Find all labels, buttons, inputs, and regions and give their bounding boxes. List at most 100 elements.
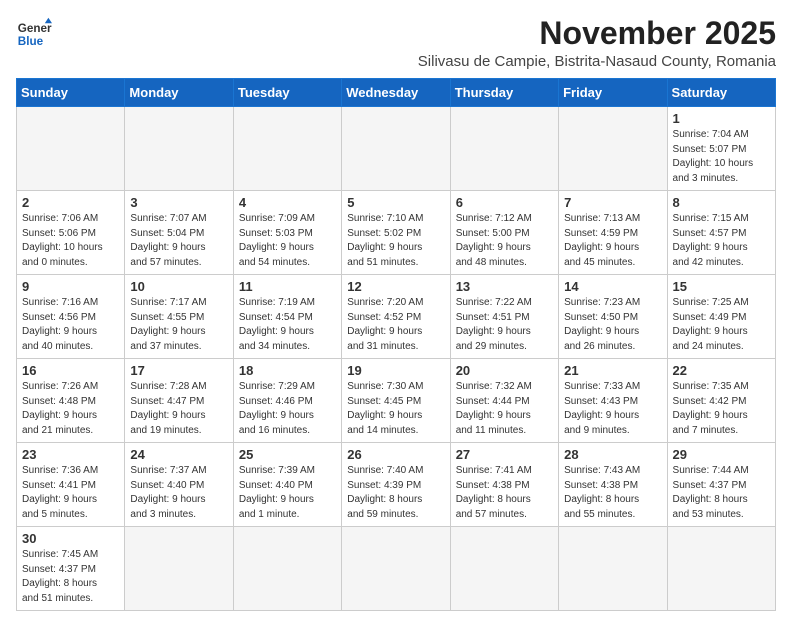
calendar-cell: 12 Sunrise: 7:20 AM Sunset: 4:52 PM Dayli… <box>342 275 450 359</box>
day-info: Sunrise: 7:30 AM Sunset: 4:45 PM Dayligh… <box>347 380 444 438</box>
day-number: 28 <box>564 447 661 462</box>
day-info: Sunrise: 7:12 AM Sunset: 5:00 PM Dayligh… <box>456 212 553 270</box>
calendar-week-row: 1Sunrise: 7:04 AM Sunset: 5:07 PM Daylig… <box>17 107 776 191</box>
svg-text:General: General <box>18 22 52 35</box>
day-number: 11 <box>239 279 336 294</box>
calendar-cell: 9 Sunrise: 7:16 AM Sunset: 4:56 PM Daylig… <box>17 275 125 359</box>
location-subtitle: Silivasu de Campie, Bistrita-Nasaud Coun… <box>418 53 776 70</box>
day-info: Sunrise: 7:07 AM Sunset: 5:04 PM Dayligh… <box>130 212 227 270</box>
day-info: Sunrise: 7:26 AM Sunset: 4:48 PM Dayligh… <box>22 380 119 438</box>
day-info: Sunrise: 7:41 AM Sunset: 4:38 PM Dayligh… <box>456 464 553 522</box>
day-info: Sunrise: 7:40 AM Sunset: 4:39 PM Dayligh… <box>347 464 444 522</box>
day-info: Sunrise: 7:45 AM Sunset: 4:37 PM Dayligh… <box>22 548 119 606</box>
calendar-cell <box>233 527 341 611</box>
day-info: Sunrise: 7:43 AM Sunset: 4:38 PM Dayligh… <box>564 464 661 522</box>
day-header-monday: Monday <box>125 79 233 107</box>
day-info: Sunrise: 7:20 AM Sunset: 4:52 PM Dayligh… <box>347 296 444 354</box>
calendar-cell: 11 Sunrise: 7:19 AM Sunset: 4:54 PM Dayli… <box>233 275 341 359</box>
day-number: 13 <box>456 279 553 294</box>
day-number: 22 <box>673 363 770 378</box>
day-number: 4 <box>239 195 336 210</box>
calendar-cell: 7 Sunrise: 7:13 AM Sunset: 4:59 PM Daylig… <box>559 191 667 275</box>
day-info: Sunrise: 7:32 AM Sunset: 4:44 PM Dayligh… <box>456 380 553 438</box>
calendar-cell <box>125 107 233 191</box>
day-number: 6 <box>456 195 553 210</box>
day-number: 17 <box>130 363 227 378</box>
day-number: 5 <box>347 195 444 210</box>
calendar-week-row: 30 Sunrise: 7:45 AM Sunset: 4:37 PM Dayli… <box>17 527 776 611</box>
calendar-cell <box>450 527 558 611</box>
day-number: 8 <box>673 195 770 210</box>
calendar-cell <box>233 107 341 191</box>
day-info: Sunrise: 7:33 AM Sunset: 4:43 PM Dayligh… <box>564 380 661 438</box>
day-header-thursday: Thursday <box>450 79 558 107</box>
month-title: November 2025 <box>418 16 776 51</box>
calendar-cell <box>559 107 667 191</box>
calendar-cell: 16 Sunrise: 7:26 AM Sunset: 4:48 PM Dayli… <box>17 359 125 443</box>
calendar-cell: 4 Sunrise: 7:09 AM Sunset: 5:03 PM Daylig… <box>233 191 341 275</box>
calendar-cell: 2 Sunrise: 7:06 AM Sunset: 5:06 PM Daylig… <box>17 191 125 275</box>
calendar-table: SundayMondayTuesdayWednesdayThursdayFrid… <box>16 78 776 611</box>
logo: General Blue <box>16 16 52 52</box>
day-number: 25 <box>239 447 336 462</box>
day-info: Sunrise: 7:16 AM Sunset: 4:56 PM Dayligh… <box>22 296 119 354</box>
day-info: Sunrise: 7:25 AM Sunset: 4:49 PM Dayligh… <box>673 296 770 354</box>
day-number: 2 <box>22 195 119 210</box>
day-info: Sunrise: 7:36 AM Sunset: 4:41 PM Dayligh… <box>22 464 119 522</box>
day-number: 12 <box>347 279 444 294</box>
day-info: Sunrise: 7:06 AM Sunset: 5:06 PM Dayligh… <box>22 212 119 270</box>
calendar-cell: 6 Sunrise: 7:12 AM Sunset: 5:00 PM Daylig… <box>450 191 558 275</box>
calendar-cell: 20 Sunrise: 7:32 AM Sunset: 4:44 PM Dayli… <box>450 359 558 443</box>
calendar-cell: 18Sunrise: 7:29 AM Sunset: 4:46 PM Dayli… <box>233 359 341 443</box>
day-header-wednesday: Wednesday <box>342 79 450 107</box>
day-number: 24 <box>130 447 227 462</box>
day-info: Sunrise: 7:39 AM Sunset: 4:40 PM Dayligh… <box>239 464 336 522</box>
calendar-cell: 8 Sunrise: 7:15 AM Sunset: 4:57 PM Daylig… <box>667 191 775 275</box>
day-number: 20 <box>456 363 553 378</box>
calendar-cell <box>667 527 775 611</box>
day-info: Sunrise: 7:13 AM Sunset: 4:59 PM Dayligh… <box>564 212 661 270</box>
day-number: 7 <box>564 195 661 210</box>
day-number: 3 <box>130 195 227 210</box>
page-header: General Blue November 2025 Silivasu de C… <box>16 16 776 70</box>
day-info: Sunrise: 7:23 AM Sunset: 4:50 PM Dayligh… <box>564 296 661 354</box>
calendar-cell: 28 Sunrise: 7:43 AM Sunset: 4:38 PM Dayli… <box>559 443 667 527</box>
day-info: Sunrise: 7:17 AM Sunset: 4:55 PM Dayligh… <box>130 296 227 354</box>
day-header-sunday: Sunday <box>17 79 125 107</box>
calendar-cell: 21 Sunrise: 7:33 AM Sunset: 4:43 PM Dayli… <box>559 359 667 443</box>
day-number: 30 <box>22 531 119 546</box>
logo-icon: General Blue <box>16 16 52 52</box>
day-number: 26 <box>347 447 444 462</box>
day-info: Sunrise: 7:09 AM Sunset: 5:03 PM Dayligh… <box>239 212 336 270</box>
calendar-week-row: 23Sunrise: 7:36 AM Sunset: 4:41 PM Dayli… <box>17 443 776 527</box>
day-number: 9 <box>22 279 119 294</box>
calendar-week-row: 16 Sunrise: 7:26 AM Sunset: 4:48 PM Dayli… <box>17 359 776 443</box>
calendar-week-row: 2 Sunrise: 7:06 AM Sunset: 5:06 PM Daylig… <box>17 191 776 275</box>
calendar-cell <box>342 527 450 611</box>
day-number: 18 <box>239 363 336 378</box>
calendar-cell <box>17 107 125 191</box>
calendar-cell <box>450 107 558 191</box>
calendar-cell <box>125 527 233 611</box>
day-number: 16 <box>22 363 119 378</box>
day-number: 10 <box>130 279 227 294</box>
day-info: Sunrise: 7:37 AM Sunset: 4:40 PM Dayligh… <box>130 464 227 522</box>
day-info: Sunrise: 7:19 AM Sunset: 4:54 PM Dayligh… <box>239 296 336 354</box>
calendar-cell <box>559 527 667 611</box>
day-info: Sunrise: 7:22 AM Sunset: 4:51 PM Dayligh… <box>456 296 553 354</box>
calendar-week-row: 9 Sunrise: 7:16 AM Sunset: 4:56 PM Daylig… <box>17 275 776 359</box>
calendar-cell: 1Sunrise: 7:04 AM Sunset: 5:07 PM Daylig… <box>667 107 775 191</box>
day-number: 27 <box>456 447 553 462</box>
day-info: Sunrise: 7:15 AM Sunset: 4:57 PM Dayligh… <box>673 212 770 270</box>
day-header-friday: Friday <box>559 79 667 107</box>
calendar-cell: 25 Sunrise: 7:39 AM Sunset: 4:40 PM Dayli… <box>233 443 341 527</box>
calendar-cell: 13 Sunrise: 7:22 AM Sunset: 4:51 PM Dayli… <box>450 275 558 359</box>
calendar-cell: 29Sunrise: 7:44 AM Sunset: 4:37 PM Dayli… <box>667 443 775 527</box>
day-number: 21 <box>564 363 661 378</box>
day-info: Sunrise: 7:28 AM Sunset: 4:47 PM Dayligh… <box>130 380 227 438</box>
day-number: 29 <box>673 447 770 462</box>
calendar-cell: 3 Sunrise: 7:07 AM Sunset: 5:04 PM Daylig… <box>125 191 233 275</box>
calendar-header-row: SundayMondayTuesdayWednesdayThursdayFrid… <box>17 79 776 107</box>
day-number: 1 <box>673 111 770 126</box>
day-number: 19 <box>347 363 444 378</box>
